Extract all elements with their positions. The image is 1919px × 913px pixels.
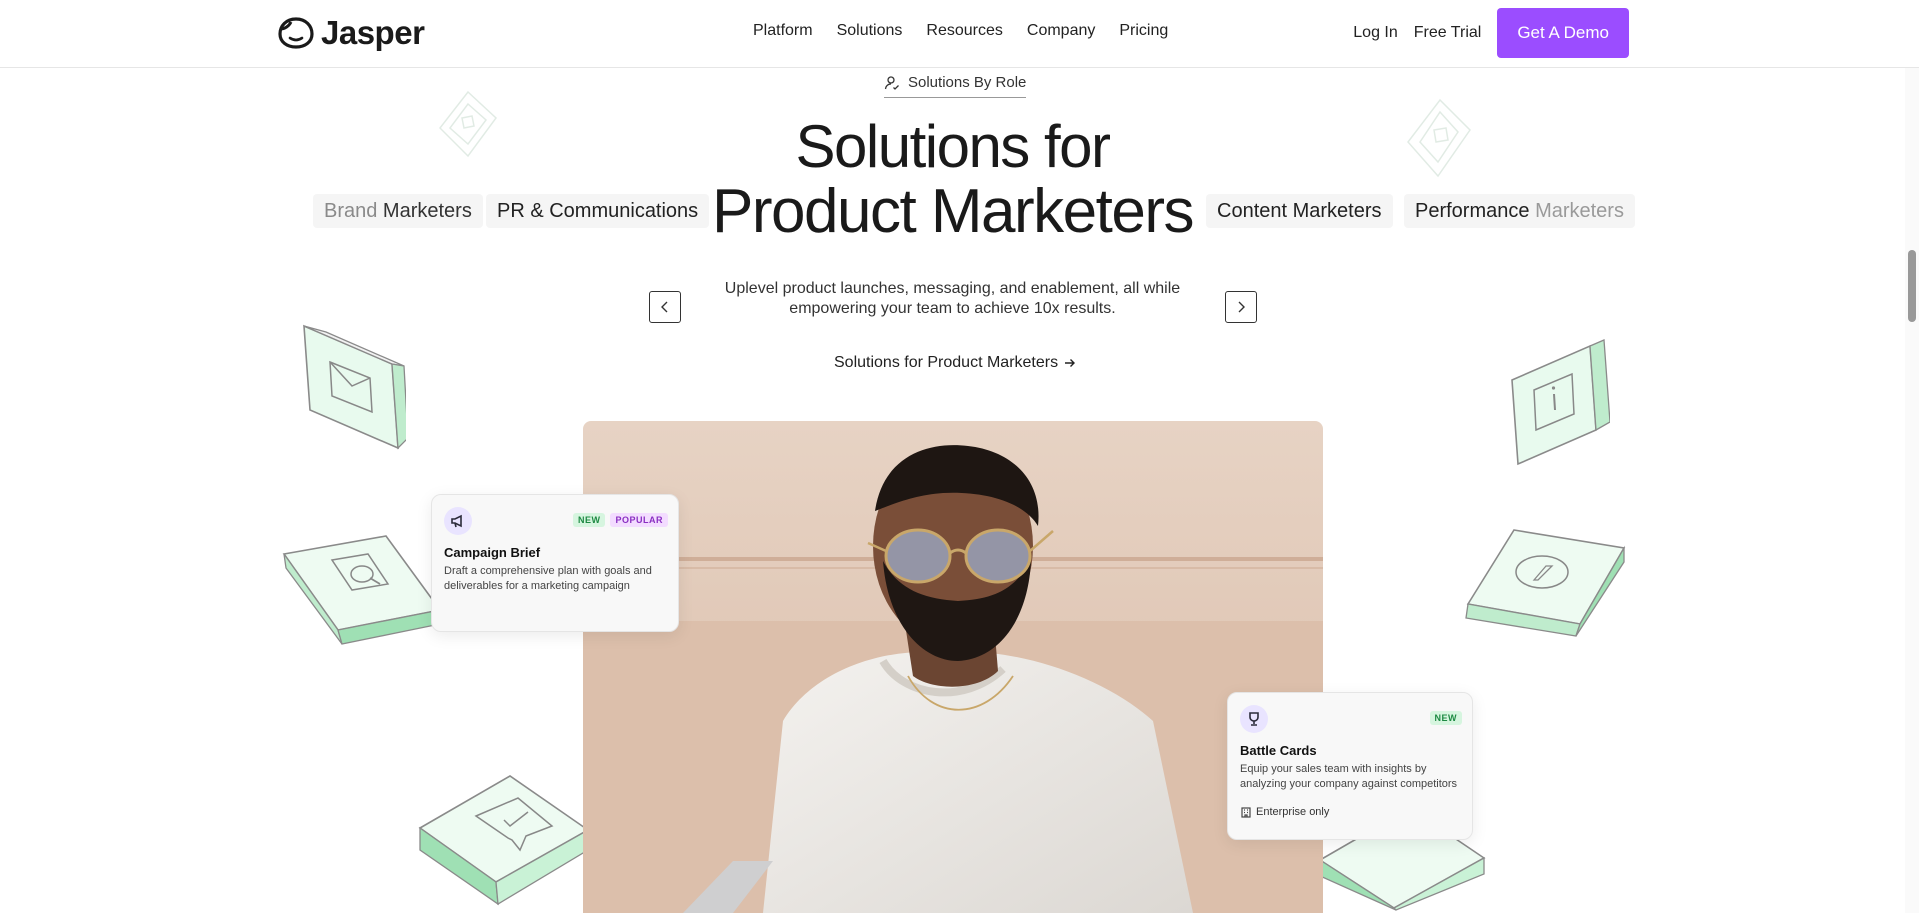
new-badge: NEW — [572, 513, 606, 527]
info-tile-decoration — [1511, 339, 1610, 466]
compass-tile-decoration — [1465, 529, 1626, 637]
carousel-prev-button[interactable] — [649, 291, 681, 323]
hero-subtext: Uplevel product launches, messaging, and… — [724, 280, 1181, 317]
role-chip-pr-communications[interactable]: PR & Communications — [486, 194, 710, 228]
nav-resources[interactable]: Resources — [926, 22, 1002, 40]
enterprise-only-text: Enterprise only — [1256, 806, 1330, 818]
top-navbar: Jasper Platform Solutions Resources Comp… — [0, 0, 1919, 68]
chip-brand-rest-text: Marketers — [377, 200, 472, 222]
jasper-logo[interactable]: Jasper — [277, 14, 425, 52]
solutions-product-marketers-link[interactable]: Solutions for Product Marketers — [834, 354, 1076, 372]
campaign-badges: NEW POPULAR — [572, 513, 668, 527]
user-role-icon — [884, 75, 899, 90]
enterprise-only-label: Enterprise only — [1240, 806, 1460, 818]
nav-company[interactable]: Company — [1027, 22, 1095, 40]
hero-photo — [583, 421, 1323, 913]
nav-pricing[interactable]: Pricing — [1119, 22, 1168, 40]
chip-perf-rest-text: Performance — [1415, 200, 1536, 222]
mail-tile-decoration — [303, 324, 406, 450]
chevron-right-icon — [1238, 301, 1245, 313]
battle-cards-card[interactable]: NEW Battle Cards Equip your sales team w… — [1227, 692, 1473, 840]
role-chip-performance-marketers[interactable]: Performance Marketers — [1404, 194, 1635, 228]
battle-icon-badge — [1240, 705, 1268, 733]
page-scrollbar[interactable] — [1905, 0, 1919, 913]
role-chip-brand-marketers[interactable]: Brand Marketers — [313, 194, 483, 228]
hero-title-active-role: Product Marketers — [712, 177, 1195, 246]
chip-perf-fade-text: Marketers — [1535, 200, 1624, 222]
nav-actions: Log In Free Trial Get A Demo — [1353, 8, 1629, 58]
solutions-by-role-label: Solutions By Role — [884, 74, 1027, 98]
nav-platform[interactable]: Platform — [753, 22, 813, 40]
login-link[interactable]: Log In — [1353, 24, 1397, 42]
megaphone-icon — [451, 514, 462, 528]
new-badge: NEW — [1429, 711, 1462, 725]
free-trial-link[interactable]: Free Trial — [1414, 24, 1482, 42]
chevron-left-icon — [661, 301, 668, 313]
campaign-brief-title: Campaign Brief — [444, 545, 541, 560]
search-doc-tile-decoration — [282, 535, 442, 645]
solutions-by-role-text: Solutions By Role — [908, 74, 1027, 91]
scrollbar-thumb[interactable] — [1908, 250, 1916, 322]
campaign-brief-description: Draft a comprehensive plan with goals an… — [444, 565, 652, 592]
trophy-icon — [1249, 712, 1259, 726]
carousel-next-button[interactable] — [1225, 291, 1257, 323]
get-demo-button[interactable]: Get A Demo — [1497, 8, 1629, 58]
popular-badge: POPULAR — [610, 513, 668, 527]
chip-brand-fade-text: Brand — [324, 200, 378, 222]
battle-cards-title: Battle Cards — [1240, 743, 1317, 758]
campaign-brief-card[interactable]: NEW POPULAR Campaign Brief Draft a compr… — [431, 494, 679, 632]
cta-link-text: Solutions for Product Marketers — [834, 354, 1059, 371]
battle-cards-description: Equip your sales team with insights by a… — [1240, 763, 1458, 790]
building-icon — [1241, 807, 1251, 818]
logo-text: Jasper — [321, 14, 425, 51]
hero-title-line1: Solutions for — [795, 113, 1111, 180]
campaign-icon-badge — [444, 507, 472, 535]
main-nav: Platform Solutions Resources Company Pri… — [753, 22, 1168, 40]
chat-tile-decoration — [418, 775, 590, 906]
nav-solutions[interactable]: Solutions — [837, 22, 903, 40]
arrow-right-icon — [1065, 359, 1076, 367]
role-chip-content-marketers[interactable]: Content Marketers — [1206, 194, 1393, 228]
battle-badges: NEW — [1429, 711, 1462, 725]
jasper-logo-icon — [278, 17, 314, 49]
